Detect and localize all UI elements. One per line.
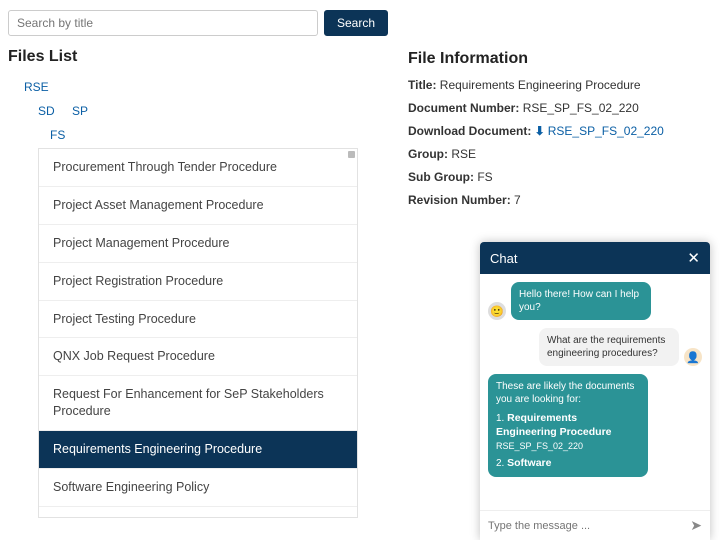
list-item[interactable]: Software Engineering Policy bbox=[39, 469, 357, 507]
file-info-heading: File Information bbox=[408, 50, 698, 68]
download-icon: ⬇ bbox=[535, 124, 545, 138]
list-item[interactable]: Request For Enhancement for SeP Stakehol… bbox=[39, 376, 357, 431]
chat-input[interactable] bbox=[488, 520, 690, 532]
info-rev-label: Revision Number: bbox=[408, 193, 511, 207]
chat-bot-greeting: Hello there! How can I help you? bbox=[511, 282, 651, 320]
bot-avatar: 🙂 bbox=[488, 302, 506, 320]
chat-bot-intro: These are likely the documents you are l… bbox=[496, 380, 640, 406]
chat-user-message: What are the requirements engineering pr… bbox=[539, 328, 679, 366]
info-title-label: Title: bbox=[408, 78, 436, 92]
search-input[interactable] bbox=[8, 10, 318, 36]
file-list: Procurement Through Tender ProcedureProj… bbox=[39, 149, 357, 518]
result-1-num: 1. bbox=[496, 413, 504, 424]
chat-widget: Chat ✕ 🙂 Hello there! How can I help you… bbox=[480, 242, 710, 540]
tree-node-sd[interactable]: SD bbox=[38, 104, 55, 118]
user-avatar: 👤 bbox=[684, 348, 702, 366]
info-group-value: RSE bbox=[451, 147, 476, 161]
result-2-title[interactable]: Software bbox=[507, 457, 551, 469]
tree-node-rse[interactable]: RSE bbox=[8, 76, 368, 100]
files-list-heading: Files List bbox=[8, 48, 368, 66]
close-icon[interactable]: ✕ bbox=[687, 249, 700, 267]
list-item[interactable]: Requirements Engineering Procedure bbox=[39, 431, 357, 469]
info-group-label: Group: bbox=[408, 147, 448, 161]
info-title-value: Requirements Engineering Procedure bbox=[440, 78, 641, 92]
result-1-code: RSE_SP_FS_02_220 bbox=[496, 441, 640, 453]
download-link[interactable]: RSE_SP_FS_02_220 bbox=[548, 124, 664, 138]
result-1-title[interactable]: Requirements Engineering Procedure bbox=[496, 412, 612, 438]
info-download-label: Download Document: bbox=[408, 124, 531, 138]
list-item[interactable]: Procurement Through Tender Procedure bbox=[39, 149, 357, 187]
info-subgroup-label: Sub Group: bbox=[408, 170, 474, 184]
list-item[interactable]: Project Testing Procedure bbox=[39, 301, 357, 339]
tree-node-fs[interactable]: FS bbox=[8, 124, 368, 148]
info-docnum-label: Document Number: bbox=[408, 101, 519, 115]
list-item[interactable]: Staff Induction Procedure bbox=[39, 507, 357, 518]
result-2-num: 2. bbox=[496, 458, 504, 469]
info-subgroup-value: FS bbox=[477, 170, 492, 184]
chat-title: Chat bbox=[490, 251, 517, 266]
scrollbar-indicator bbox=[348, 151, 355, 158]
list-item[interactable]: Project Registration Procedure bbox=[39, 263, 357, 301]
tree-node-sp[interactable]: SP bbox=[72, 104, 88, 118]
info-docnum-value: RSE_SP_FS_02_220 bbox=[523, 101, 639, 115]
search-button[interactable]: Search bbox=[324, 10, 388, 36]
info-rev-value: 7 bbox=[514, 193, 521, 207]
send-icon[interactable]: ➤ bbox=[690, 517, 702, 534]
list-item[interactable]: QNX Job Request Procedure bbox=[39, 338, 357, 376]
list-item[interactable]: Project Management Procedure bbox=[39, 225, 357, 263]
list-item[interactable]: Project Asset Management Procedure bbox=[39, 187, 357, 225]
